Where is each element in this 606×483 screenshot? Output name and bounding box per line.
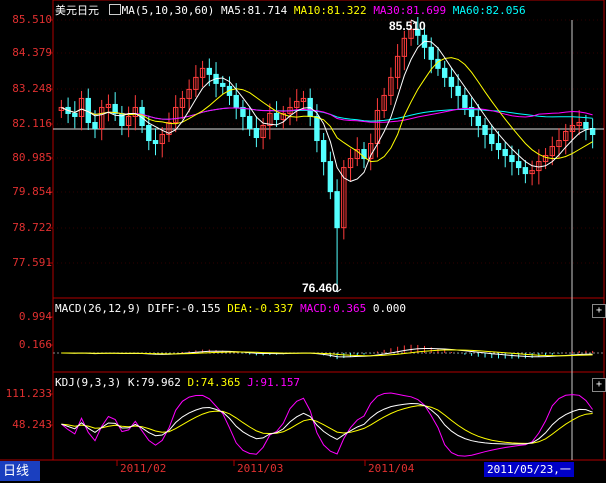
y-tick-main: 77.591 xyxy=(12,256,52,269)
ma60-value: MA60:82.056 xyxy=(452,4,526,17)
candle-body xyxy=(589,127,596,136)
y-tick-kdj: 48.243 xyxy=(12,418,52,431)
candle-body xyxy=(455,85,461,96)
y-tick-main: 78.722 xyxy=(12,221,52,234)
x-tick: 2011/04 xyxy=(368,462,415,475)
macd-diff: DIFF:-0.155 xyxy=(147,302,221,315)
macd-zero: 0.000 xyxy=(372,302,407,315)
candle-body xyxy=(515,161,522,169)
kdj-title: KDJ(9,3,3) xyxy=(55,376,122,389)
macd-info-line: MACD(26,12,9) DIFF:-0.155 DEA:-0.337 MAC… xyxy=(55,302,406,315)
x-tick: 2011/03 xyxy=(237,462,284,475)
ma-params: MA(5,10,30,60) xyxy=(121,4,215,17)
y-tick-macd: 0.994 xyxy=(18,310,52,323)
candle-body xyxy=(462,94,468,108)
kdj-expand-button[interactable]: + xyxy=(592,378,606,392)
ma10-value: MA10:81.322 xyxy=(293,4,367,17)
candle-body xyxy=(522,167,529,175)
candle-body xyxy=(220,82,226,87)
candle-body xyxy=(72,112,78,117)
kdj-k-line xyxy=(61,402,593,445)
main-info-line: 美元日元 MA(5,10,30,60) MA5:81.714 MA10:81.3… xyxy=(55,4,526,18)
candle-body xyxy=(475,115,482,126)
candle-body xyxy=(495,143,502,151)
candle-body xyxy=(509,155,515,163)
candle-body xyxy=(327,161,334,193)
y-tick-macd: 0.166 xyxy=(18,338,52,351)
kdj-d-line xyxy=(61,405,593,444)
chart-window: 85.510 84.379 83.248 82.116 80.985 79.85… xyxy=(0,0,606,483)
candle-body xyxy=(206,67,213,75)
candle-body xyxy=(482,124,488,136)
ma30-value: MA30:81.699 xyxy=(373,4,447,17)
candle-body xyxy=(489,134,495,145)
macd-title: MACD(26,12,9) xyxy=(55,302,142,315)
candle-body xyxy=(334,191,340,229)
candle-body xyxy=(320,140,327,163)
chart-canvas[interactable] xyxy=(0,0,606,483)
low-annotation: 76.460 xyxy=(302,281,339,295)
candle-body xyxy=(152,140,159,145)
candle-body xyxy=(85,97,91,123)
kdj-k: K:79.962 xyxy=(127,376,181,389)
candle-body xyxy=(583,121,589,129)
ma5-value: MA5:81.714 xyxy=(220,4,288,17)
candle-body xyxy=(448,76,455,87)
candle-body xyxy=(273,112,280,120)
candle-body xyxy=(428,46,434,60)
candle-body xyxy=(246,115,253,129)
candle-body xyxy=(314,115,320,142)
candle-body xyxy=(92,121,98,129)
candle-body xyxy=(441,67,448,78)
instrument-title: 美元日元 xyxy=(55,5,99,17)
macd-dea: DEA:-0.337 xyxy=(227,302,294,315)
candle-body xyxy=(502,149,508,157)
kdj-info-line: KDJ(9,3,3) K:79.962 D:74.365 J:91.157 xyxy=(55,376,300,389)
kdj-j: J:91.157 xyxy=(247,376,301,389)
candle-body xyxy=(233,94,239,108)
cursor-date-readout: 2011/05/23,一 xyxy=(484,462,574,477)
macd-expand-button[interactable]: + xyxy=(592,304,606,318)
candle-body xyxy=(253,127,260,139)
x-tick: 2011/02 xyxy=(120,462,167,475)
period-selector[interactable]: 日线 xyxy=(0,461,40,481)
y-tick-main: 85.510 xyxy=(12,13,52,26)
y-tick-main: 82.116 xyxy=(12,117,52,130)
y-tick-main: 80.985 xyxy=(12,151,52,164)
y-tick-kdj: 111.233 xyxy=(5,387,52,400)
y-tick-main: 84.379 xyxy=(12,46,52,59)
candle-body xyxy=(146,124,152,142)
y-tick-main: 83.248 xyxy=(12,82,52,95)
high-annotation: 85.510 xyxy=(389,19,426,33)
main-panel-border xyxy=(52,0,605,299)
ma-toggle-icon[interactable] xyxy=(108,4,121,15)
kdj-d: D:74.365 xyxy=(187,376,241,389)
kdj-j-line xyxy=(61,392,594,457)
macd-macd: MACD:0.365 xyxy=(300,302,367,315)
y-tick-main: 79.854 xyxy=(12,185,52,198)
